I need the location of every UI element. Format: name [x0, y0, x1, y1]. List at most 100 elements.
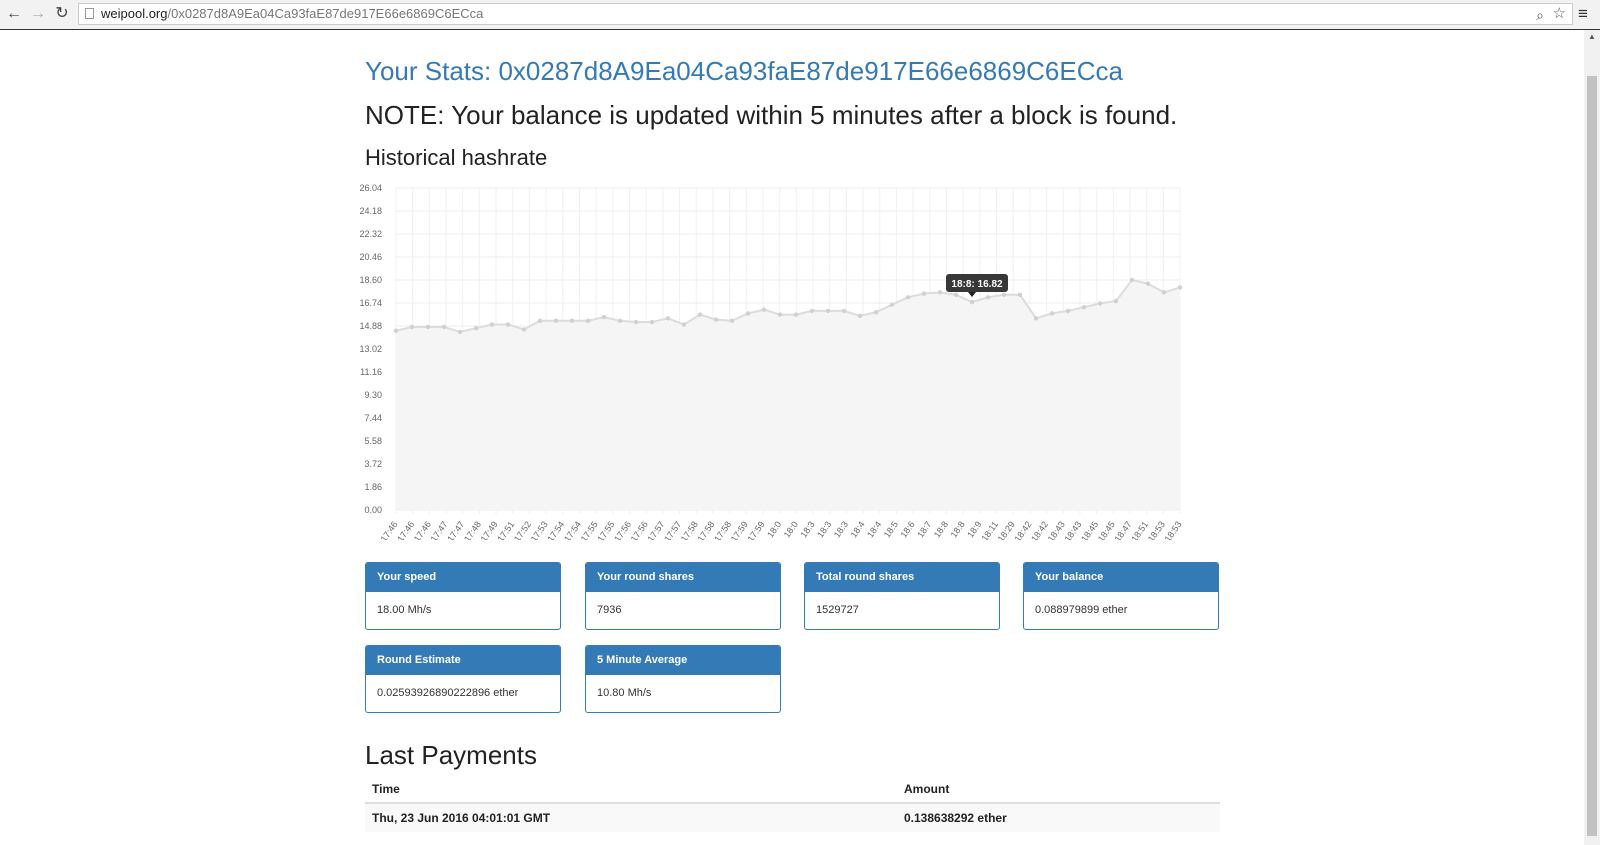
data-point [1177, 285, 1183, 290]
y-tick-label: 20.46 [359, 252, 382, 262]
data-point [793, 312, 799, 317]
data-point [489, 322, 495, 327]
data-point [953, 292, 959, 298]
table-header-row: Time Amount [365, 776, 1220, 804]
payments-table: Time Amount Thu, 23 Jun 2016 04:01:01 GM… [365, 776, 1220, 832]
address-bar[interactable]: weipool.org/0x0287d8A9Ea04Ca93faE87de917… [78, 3, 1573, 25]
data-point [1129, 277, 1135, 283]
data-point [1017, 292, 1023, 298]
payments-heading: Last Payments [365, 740, 537, 770]
y-tick-label: 1.86 [364, 482, 382, 492]
data-point [713, 317, 719, 322]
data-point [681, 322, 687, 327]
x-tick-label: 18:3 [832, 519, 850, 539]
card-label: Round Estimate [366, 646, 560, 675]
vertical-scrollbar[interactable]: ▲ [1584, 30, 1600, 845]
data-point [921, 291, 927, 296]
your-speed-card: Your speed 18.00 Mh/s [365, 562, 561, 630]
data-point [585, 318, 591, 324]
page-icon [85, 8, 94, 19]
card-value: 18.00 Mh/s [377, 604, 432, 616]
data-point [809, 308, 815, 314]
card-value: 7936 [597, 604, 622, 616]
data-point [393, 328, 399, 333]
balance-note: NOTE: Your balance is updated within 5 m… [365, 100, 1178, 130]
five-minute-average-card: 5 Minute Average 10.80 Mh/s [585, 645, 781, 713]
x-tick-label: 18:0 [765, 519, 783, 539]
tooltip-caret [968, 292, 976, 298]
y-tick-label: 9.30 [364, 390, 382, 400]
card-value: 0.02593926890222896 ether [377, 687, 519, 699]
data-point [1097, 301, 1103, 306]
data-point [425, 324, 431, 330]
x-tick-label: 18:53 [1163, 519, 1184, 540]
data-point [521, 327, 527, 332]
card-label: Your round shares [586, 563, 780, 592]
y-tick-label: 18.60 [359, 275, 382, 285]
total-round-shares-card: Total round shares 1529727 [804, 562, 1000, 630]
data-point [969, 299, 975, 305]
y-tick-label: 14.88 [359, 321, 382, 331]
y-tick-label: 3.72 [364, 459, 382, 469]
y-tick-label: 5.58 [364, 436, 382, 446]
data-point [505, 322, 511, 327]
y-tick-label: 24.18 [359, 206, 382, 216]
browser-toolbar: ← → ↻ weipool.org/0x0287d8A9Ea04Ca93faE8… [0, 0, 1600, 30]
scroll-thumb[interactable] [1587, 76, 1597, 836]
data-point [697, 312, 703, 317]
data-point [889, 302, 895, 307]
x-tick-label: 18:7 [915, 519, 933, 539]
data-point [841, 308, 847, 314]
y-tick-label: 26.04 [359, 183, 382, 193]
reload-icon[interactable]: ↻ [52, 4, 72, 24]
scroll-up-icon[interactable]: ▲ [1588, 32, 1596, 41]
y-tick-label: 7.44 [364, 413, 382, 423]
data-point [729, 318, 735, 324]
x-tick-label: 18:5 [882, 519, 900, 539]
x-tick-label: 18:3 [815, 519, 833, 539]
data-point [1001, 292, 1007, 298]
card-value: 0.088979899 ether [1035, 604, 1128, 616]
browser-menu-icon[interactable]: ≡ [1578, 4, 1588, 24]
data-point [1065, 308, 1071, 314]
data-point [1161, 290, 1167, 295]
x-tick-label: 18:6 [898, 519, 916, 539]
data-point [905, 295, 911, 300]
hashrate-chart: 26.04 24.18 22.32 20.46 18.60 16.74 14.88 13.02… [359, 183, 1184, 540]
data-point [1113, 298, 1119, 304]
data-point [617, 318, 623, 324]
bookmark-star-icon[interactable]: ☆ [1553, 4, 1566, 24]
card-value: 10.80 Mh/s [597, 687, 652, 699]
round-estimate-card: Round Estimate 0.02593926890222896 ether [365, 645, 561, 713]
back-arrow-icon[interactable]: ← [4, 4, 24, 24]
your-balance-card: Your balance 0.088979899 ether [1023, 562, 1219, 630]
column-header-amount: Amount [897, 776, 1220, 804]
data-point [441, 324, 447, 330]
card-label: Your balance [1024, 563, 1218, 592]
data-point [473, 326, 479, 331]
data-point [633, 319, 639, 325]
forward-arrow-icon[interactable]: → [28, 4, 48, 24]
your-round-shares-card: Your round shares 7936 [585, 562, 781, 630]
x-tick-label: 17:59 [746, 519, 767, 540]
data-point [1145, 281, 1151, 286]
card-label: Your speed [366, 563, 560, 592]
data-point [937, 290, 943, 295]
zoom-icon[interactable]: ⌕ [1536, 5, 1544, 25]
payment-time: Thu, 23 Jun 2016 04:01:01 GMT [365, 802, 897, 832]
data-point [825, 308, 831, 314]
x-tick-label: 18:0 [782, 519, 800, 539]
data-point [761, 307, 767, 312]
chart-heading: Historical hashrate [365, 145, 548, 170]
data-point [649, 319, 655, 325]
y-tick-label: 16.74 [359, 298, 382, 308]
data-point [457, 329, 463, 335]
page-title: Your Stats: 0x0287d8A9Ea04Ca93faE87de917… [365, 56, 1123, 86]
card-label: Total round shares [805, 563, 999, 592]
y-tick-label: 11.16 [360, 367, 382, 377]
card-label: 5 Minute Average [586, 646, 780, 675]
x-tick-label: 18:3 [798, 519, 816, 539]
y-tick-label: 13.02 [359, 344, 382, 354]
data-point [745, 311, 751, 316]
data-point [601, 314, 607, 320]
